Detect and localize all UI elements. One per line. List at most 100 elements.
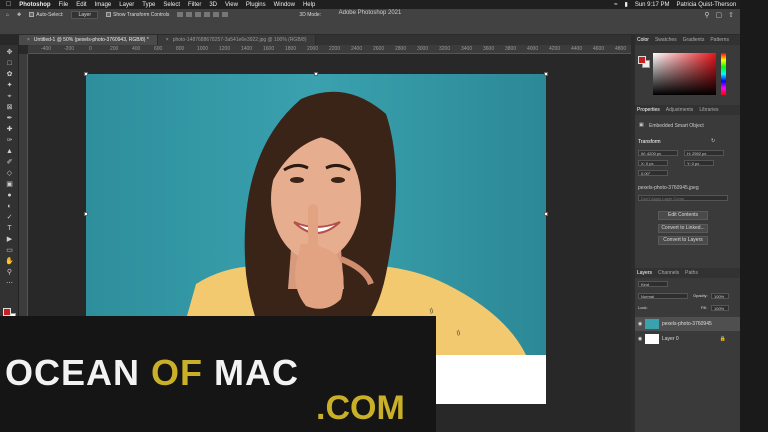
- menu-3d[interactable]: 3D: [209, 2, 217, 8]
- crop-tool-icon[interactable]: ⌖: [4, 93, 15, 101]
- pen-tool-icon[interactable]: ✓: [4, 214, 15, 222]
- y-field[interactable]: Y: 0 px: [684, 160, 714, 166]
- edit-contents-button[interactable]: Edit Contents: [658, 211, 708, 220]
- align-buttons[interactable]: [177, 11, 231, 19]
- menu-file[interactable]: File: [59, 2, 69, 8]
- tab-color[interactable]: Color: [637, 37, 649, 43]
- mac-menu-bar:  Photoshop File Edit Image Layer Type S…: [0, 0, 768, 9]
- layer-thumbnail: [645, 334, 659, 344]
- gradient-tool-icon[interactable]: ▣: [4, 181, 15, 189]
- hue-slider[interactable]: [721, 53, 726, 95]
- tab-properties[interactable]: Properties: [637, 107, 660, 113]
- frame-tool-icon[interactable]: ⊠: [4, 104, 15, 112]
- wifi-icon[interactable]: ≈: [614, 2, 617, 8]
- tab-swatches[interactable]: Swatches: [655, 37, 677, 43]
- zoom-tool-icon[interactable]: ⚲: [4, 269, 15, 277]
- menu-help[interactable]: Help: [303, 2, 315, 8]
- clock[interactable]: Sun 9:17 PM: [635, 2, 670, 8]
- tab-adjustments[interactable]: Adjustments: [666, 107, 694, 113]
- foreground-color-swatch[interactable]: [638, 56, 646, 64]
- transform-handle[interactable]: [84, 212, 88, 216]
- menu-edit[interactable]: Edit: [76, 2, 86, 8]
- apple-icon[interactable]: : [6, 1, 11, 8]
- layer-item[interactable]: ◉ Layer 0 🔒: [635, 332, 740, 346]
- home-icon[interactable]: ⌂: [6, 12, 9, 18]
- close-icon[interactable]: ×: [27, 37, 30, 43]
- tab-libraries[interactable]: Libraries: [699, 107, 718, 113]
- move-tool-icon[interactable]: ✥: [17, 12, 21, 18]
- layer-item[interactable]: ◉ pexels-photo-3760945: [635, 317, 740, 331]
- eraser-tool-icon[interactable]: ◇: [4, 170, 15, 178]
- transform-controls-checkbox[interactable]: Show Transform Controls: [106, 12, 169, 18]
- shape-tool-icon[interactable]: ▭: [4, 247, 15, 255]
- reset-transform-icon[interactable]: ↻: [711, 138, 715, 144]
- menu-plugins[interactable]: Plugins: [246, 2, 266, 8]
- more-tools-icon[interactable]: ⋯: [4, 280, 15, 288]
- type-tool-icon[interactable]: T: [4, 225, 15, 233]
- fill-label: Fill:: [701, 305, 708, 310]
- lock-icon: 🔒: [719, 336, 726, 342]
- transform-handle[interactable]: [544, 72, 548, 76]
- layer-comp-dropdown[interactable]: Don't Apply Layer Comp: [638, 195, 728, 201]
- opacity-field[interactable]: 100%: [711, 293, 729, 299]
- eyedropper-tool-icon[interactable]: ✒: [4, 115, 15, 123]
- marquee-tool-icon[interactable]: □: [4, 60, 15, 68]
- opacity-label: Opacity:: [693, 293, 708, 298]
- properties-panel: Properties Adjustments Libraries ▣ Embed…: [635, 105, 740, 268]
- width-field[interactable]: W: 4200 px: [638, 150, 678, 156]
- auto-select-checkbox[interactable]: Auto-Select:: [29, 12, 63, 18]
- dodge-tool-icon[interactable]: ◐: [4, 203, 15, 211]
- brush-tool-icon[interactable]: ✑: [4, 137, 15, 145]
- tab-channels[interactable]: Channels: [658, 270, 679, 276]
- layer-kind-filter[interactable]: Kind: [638, 281, 668, 287]
- close-icon[interactable]: ×: [166, 37, 169, 43]
- menu-window[interactable]: Window: [274, 2, 295, 8]
- history-brush-tool-icon[interactable]: ✐: [4, 159, 15, 167]
- fill-field[interactable]: 100%: [711, 305, 729, 311]
- lasso-tool-icon[interactable]: ✿: [4, 71, 15, 79]
- search-tool-icon[interactable]: ⚲: [704, 11, 709, 19]
- workspace-icon[interactable]: ▢: [716, 11, 723, 19]
- move-tool-icon[interactable]: ✥: [4, 49, 15, 57]
- watermark-logo: OCEAN OF MAC: [5, 352, 300, 393]
- eye-icon[interactable]: ◉: [635, 321, 645, 327]
- eye-icon[interactable]: ◉: [635, 336, 645, 342]
- user-name[interactable]: Patricia Quist-Therson: [677, 2, 737, 8]
- menu-app-name[interactable]: Photoshop: [19, 2, 50, 8]
- blend-mode-dropdown[interactable]: Normal: [638, 293, 688, 299]
- tab-paths[interactable]: Paths: [685, 270, 698, 276]
- healing-tool-icon[interactable]: ✚: [4, 126, 15, 134]
- transform-handle[interactable]: [84, 72, 88, 76]
- menu-filter[interactable]: Filter: [188, 2, 201, 8]
- stamp-tool-icon[interactable]: ▲: [4, 148, 15, 156]
- transform-handle[interactable]: [314, 72, 318, 76]
- transform-handle[interactable]: [544, 212, 548, 216]
- tab-photo-jpg[interactable]: × photo-1487688678257-3a541e6e3922.jpg @ …: [157, 35, 316, 45]
- menu-layer[interactable]: Layer: [119, 2, 134, 8]
- height-field[interactable]: H: 2592 px: [684, 150, 724, 156]
- angle-field[interactable]: 0.00°: [638, 170, 668, 176]
- photo-layer-image[interactable]: // //: [86, 74, 546, 355]
- quick-select-tool-icon[interactable]: ✦: [4, 82, 15, 90]
- tab-gradients[interactable]: Gradients: [683, 37, 705, 43]
- smart-object-kind: Embedded Smart Object: [649, 123, 704, 129]
- menu-image[interactable]: Image: [95, 2, 112, 8]
- menu-type[interactable]: Type: [142, 2, 155, 8]
- color-picker-field[interactable]: [653, 53, 716, 95]
- tab-untitled-1[interactable]: × Untitled-1 @ 50% (pexels-photo-3760943,…: [19, 35, 158, 45]
- blur-tool-icon[interactable]: ●: [4, 192, 15, 200]
- menu-select[interactable]: Select: [163, 2, 180, 8]
- convert-to-layers-button[interactable]: Convert to Layers: [658, 236, 708, 245]
- battery-icon[interactable]: ▮: [625, 1, 628, 8]
- tab-layers[interactable]: Layers: [637, 270, 652, 276]
- menu-view[interactable]: View: [225, 2, 238, 8]
- hand-tool-icon[interactable]: ✋: [4, 258, 15, 266]
- layer-name: pexels-photo-3760945: [662, 321, 712, 327]
- share-icon[interactable]: ⇧: [728, 11, 734, 19]
- auto-select-target-dropdown[interactable]: Layer: [71, 11, 98, 19]
- path-select-tool-icon[interactable]: ▶: [4, 236, 15, 244]
- convert-to-linked-button[interactable]: Convert to Linked...: [658, 224, 708, 233]
- x-field[interactable]: X: 0 px: [638, 160, 668, 166]
- tab-patterns[interactable]: Patterns: [710, 37, 729, 43]
- foreground-color-swatch[interactable]: [3, 308, 11, 316]
